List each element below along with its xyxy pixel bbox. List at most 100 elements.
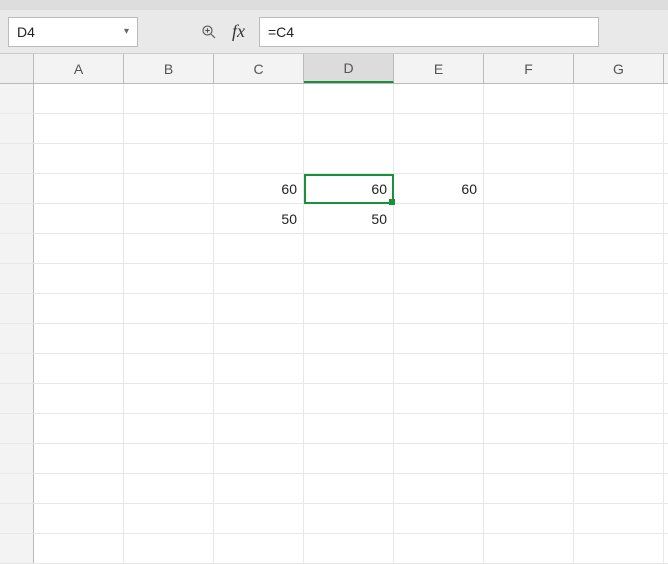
cell-E14[interactable] [394, 474, 484, 503]
cell-C2[interactable] [214, 114, 304, 143]
cell-B4[interactable] [124, 174, 214, 203]
cell-G12[interactable] [574, 414, 664, 443]
spreadsheet-grid[interactable]: ABCDEFG 6060605050 [0, 54, 668, 564]
cell-A14[interactable] [34, 474, 124, 503]
cell-F6[interactable] [484, 234, 574, 263]
cell-A8[interactable] [34, 294, 124, 323]
cell-C1[interactable] [214, 84, 304, 113]
row-header-8[interactable] [0, 294, 34, 323]
cell-E1[interactable] [394, 84, 484, 113]
column-header-G[interactable]: G [574, 54, 664, 83]
cell-A1[interactable] [34, 84, 124, 113]
cell-D15[interactable] [304, 504, 394, 533]
cell-B10[interactable] [124, 354, 214, 383]
cell-C5[interactable]: 50 [214, 204, 304, 233]
cell-D9[interactable] [304, 324, 394, 353]
cell-D11[interactable] [304, 384, 394, 413]
chevron-down-icon[interactable]: ▾ [124, 26, 129, 37]
cell-G11[interactable] [574, 384, 664, 413]
cell-D5[interactable]: 50 [304, 204, 394, 233]
cell-A13[interactable] [34, 444, 124, 473]
cell-D3[interactable] [304, 144, 394, 173]
cell-D4[interactable]: 60 [304, 174, 394, 203]
row-header-3[interactable] [0, 144, 34, 173]
cell-D10[interactable] [304, 354, 394, 383]
cell-E8[interactable] [394, 294, 484, 323]
cell-F13[interactable] [484, 444, 574, 473]
cell-C10[interactable] [214, 354, 304, 383]
cell-G7[interactable] [574, 264, 664, 293]
cell-E4[interactable]: 60 [394, 174, 484, 203]
column-header-D[interactable]: D [304, 54, 394, 83]
row-header-12[interactable] [0, 414, 34, 443]
cell-G15[interactable] [574, 504, 664, 533]
cell-B8[interactable] [124, 294, 214, 323]
cell-B3[interactable] [124, 144, 214, 173]
cell-A4[interactable] [34, 174, 124, 203]
cell-E2[interactable] [394, 114, 484, 143]
cell-G10[interactable] [574, 354, 664, 383]
row-header-15[interactable] [0, 504, 34, 533]
cell-A9[interactable] [34, 324, 124, 353]
cell-F4[interactable] [484, 174, 574, 203]
column-header-C[interactable]: C [214, 54, 304, 83]
cell-F9[interactable] [484, 324, 574, 353]
cell-G16[interactable] [574, 534, 664, 563]
cell-C9[interactable] [214, 324, 304, 353]
cell-D12[interactable] [304, 414, 394, 443]
cell-D6[interactable] [304, 234, 394, 263]
cell-B13[interactable] [124, 444, 214, 473]
cell-A15[interactable] [34, 504, 124, 533]
cell-B1[interactable] [124, 84, 214, 113]
magnifier-icon[interactable] [198, 21, 220, 43]
cell-D7[interactable] [304, 264, 394, 293]
row-header-4[interactable] [0, 174, 34, 203]
cell-E11[interactable] [394, 384, 484, 413]
cell-B5[interactable] [124, 204, 214, 233]
cell-B16[interactable] [124, 534, 214, 563]
cell-G5[interactable] [574, 204, 664, 233]
cell-A6[interactable] [34, 234, 124, 263]
cell-G3[interactable] [574, 144, 664, 173]
fx-icon[interactable]: fx [232, 21, 245, 42]
cell-C6[interactable] [214, 234, 304, 263]
row-header-6[interactable] [0, 234, 34, 263]
cell-F11[interactable] [484, 384, 574, 413]
cell-E9[interactable] [394, 324, 484, 353]
cell-F16[interactable] [484, 534, 574, 563]
cell-C4[interactable]: 60 [214, 174, 304, 203]
cell-C16[interactable] [214, 534, 304, 563]
cell-C13[interactable] [214, 444, 304, 473]
cell-A12[interactable] [34, 414, 124, 443]
cell-A5[interactable] [34, 204, 124, 233]
cell-G1[interactable] [574, 84, 664, 113]
row-header-13[interactable] [0, 444, 34, 473]
cell-G14[interactable] [574, 474, 664, 503]
cell-B9[interactable] [124, 324, 214, 353]
formula-input[interactable]: =C4 [259, 17, 599, 47]
column-header-E[interactable]: E [394, 54, 484, 83]
cell-B11[interactable] [124, 384, 214, 413]
select-all-corner[interactable] [0, 54, 34, 83]
cell-C7[interactable] [214, 264, 304, 293]
cell-E5[interactable] [394, 204, 484, 233]
cell-F1[interactable] [484, 84, 574, 113]
row-header-11[interactable] [0, 384, 34, 413]
cell-B12[interactable] [124, 414, 214, 443]
cell-C8[interactable] [214, 294, 304, 323]
cell-D16[interactable] [304, 534, 394, 563]
row-header-2[interactable] [0, 114, 34, 143]
name-box[interactable]: D4 ▾ [8, 17, 138, 47]
cell-G9[interactable] [574, 324, 664, 353]
cell-E16[interactable] [394, 534, 484, 563]
cell-C11[interactable] [214, 384, 304, 413]
cell-E13[interactable] [394, 444, 484, 473]
cell-D1[interactable] [304, 84, 394, 113]
row-header-5[interactable] [0, 204, 34, 233]
cell-E10[interactable] [394, 354, 484, 383]
column-header-F[interactable]: F [484, 54, 574, 83]
cell-D14[interactable] [304, 474, 394, 503]
cell-G4[interactable] [574, 174, 664, 203]
cell-A2[interactable] [34, 114, 124, 143]
cell-A7[interactable] [34, 264, 124, 293]
